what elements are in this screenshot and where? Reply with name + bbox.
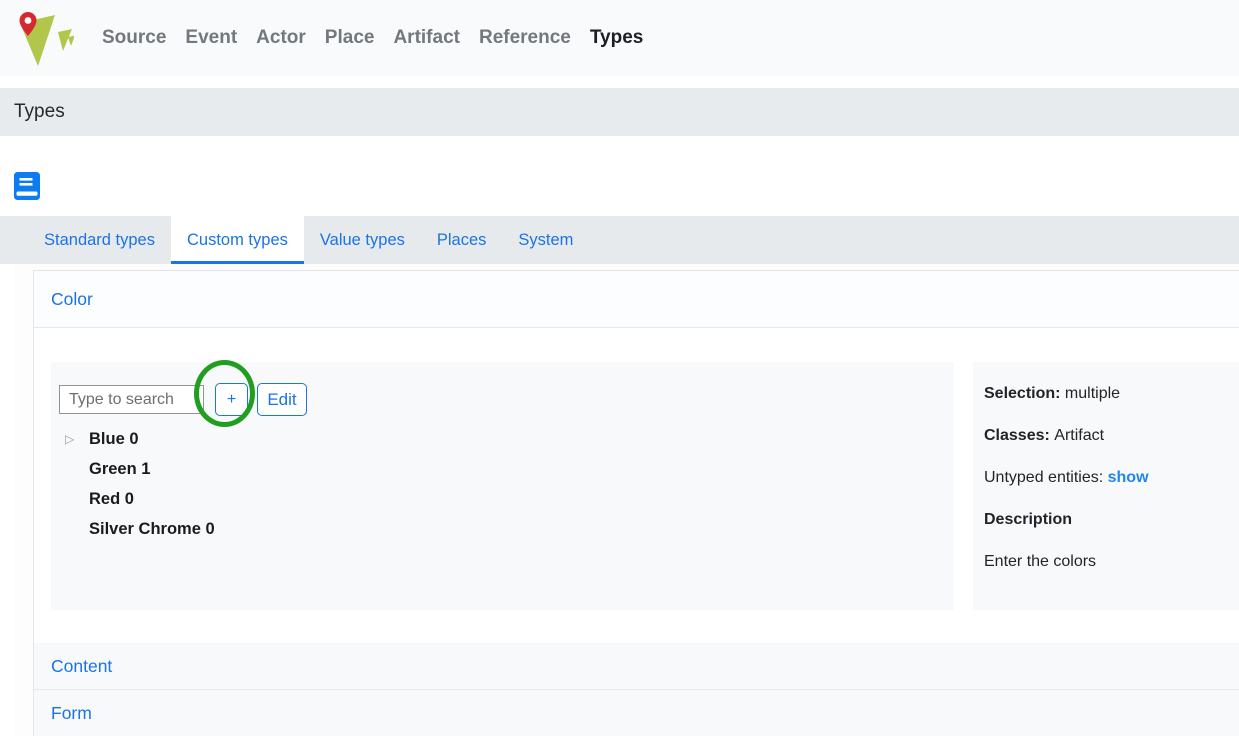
accordion-title: Content: [51, 656, 112, 677]
tab-system[interactable]: System: [502, 216, 589, 264]
tab-value-types[interactable]: Value types: [304, 216, 421, 264]
color-section-body: + Edit ▷Blue 0 Green 1 Red 0 Silver Ch: [34, 328, 1239, 643]
tree-item-green[interactable]: Green 1: [59, 454, 954, 484]
untyped-entities-label: Untyped entities: [984, 469, 1108, 486]
nav-item-place[interactable]: Place: [325, 27, 375, 49]
tab-content-panel: Color + Edit ▷Blue 0 Green 1: [14, 264, 1239, 736]
classes-label: Classes: [984, 427, 1054, 444]
tab-bar: Standard types Custom types Value types …: [0, 216, 1239, 264]
tree-item-red[interactable]: Red 0: [59, 484, 954, 514]
nav-item-source[interactable]: Source: [102, 27, 166, 49]
tab-custom-types[interactable]: Custom types: [171, 216, 304, 264]
selection-value: multiple: [1065, 385, 1120, 402]
classes-value: Artifact: [1054, 427, 1104, 444]
selection-row: Selectionmultiple: [984, 386, 1239, 402]
untyped-entities-row: Untyped entitiesshow: [984, 470, 1239, 486]
nav-item-types[interactable]: Types: [590, 27, 644, 49]
top-nav: Source Event Actor Place Artifact Refere…: [0, 0, 1239, 76]
nav-item-event[interactable]: Event: [185, 27, 237, 49]
tree-item-label: Red 0: [89, 490, 134, 508]
nav-item-actor[interactable]: Actor: [256, 27, 306, 49]
type-tree: ▷Blue 0 Green 1 Red 0 Silver Chrome 0: [59, 424, 954, 544]
description-text-row: Enter the colors: [984, 554, 1239, 570]
show-untyped-link[interactable]: show: [1108, 469, 1149, 486]
accordion-title: Color: [51, 289, 93, 310]
tree-item-silver-chrome[interactable]: Silver Chrome 0: [59, 514, 954, 544]
accordion-header-color[interactable]: Color: [34, 271, 1239, 328]
tree-item-blue[interactable]: ▷Blue 0: [59, 424, 954, 454]
edit-type-button[interactable]: Edit: [257, 383, 307, 416]
tree-item-label: Silver Chrome 0: [89, 520, 215, 538]
type-search-input[interactable]: [59, 385, 204, 414]
book-icon: [14, 172, 40, 200]
nav-item-reference[interactable]: Reference: [479, 27, 571, 49]
page-title: Types: [14, 101, 65, 123]
expander-icon[interactable]: ▷: [65, 424, 89, 454]
tree-item-label: Green 1: [89, 460, 150, 478]
nav-item-artifact[interactable]: Artifact: [393, 27, 460, 49]
type-details-panel: Selectionmultiple ClassesArtifact Untype…: [973, 362, 1239, 610]
openatlas-logo-icon[interactable]: [18, 10, 74, 68]
accordion-header-form[interactable]: Form: [34, 690, 1239, 736]
classes-row: ClassesArtifact: [984, 428, 1239, 444]
breadcrumb-bar: Types: [0, 88, 1239, 136]
types-accordion: Color + Edit ▷Blue 0 Green 1: [33, 270, 1239, 736]
accordion-title: Form: [51, 703, 92, 724]
description-label: Description: [984, 511, 1072, 528]
selection-label: Selection: [984, 385, 1065, 402]
tree-item-label: Blue 0: [89, 430, 139, 448]
manual-book-icon[interactable]: [14, 172, 40, 200]
tab-standard-types[interactable]: Standard types: [28, 216, 171, 264]
accordion-header-content[interactable]: Content: [34, 643, 1239, 690]
tab-places[interactable]: Places: [421, 216, 503, 264]
description-text: Enter the colors: [984, 553, 1096, 570]
tree-toolbar: + Edit: [59, 383, 954, 416]
add-type-button[interactable]: +: [215, 383, 248, 416]
description-label-row: Description: [984, 512, 1239, 528]
main-menu: Source Event Actor Place Artifact Refere…: [102, 27, 643, 49]
type-tree-panel: + Edit ▷Blue 0 Green 1 Red 0 Silver Ch: [51, 362, 954, 610]
